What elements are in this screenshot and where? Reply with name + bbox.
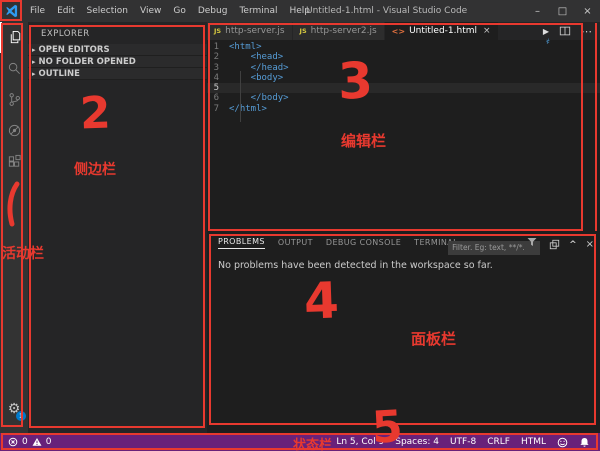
chevron-right-icon: ▸ bbox=[32, 70, 36, 78]
filter-funnel-icon bbox=[527, 237, 537, 247]
tab-label: http-server.js bbox=[225, 26, 284, 36]
feedback-smiley-icon[interactable] bbox=[557, 437, 568, 448]
code-line-current: 5 bbox=[207, 83, 600, 93]
vscode-logo-icon bbox=[0, 0, 24, 22]
panel-tab-problems[interactable]: PROBLEMS bbox=[218, 234, 265, 249]
warning-icon bbox=[32, 437, 42, 447]
menu-edit[interactable]: Edit bbox=[51, 0, 80, 22]
sidebar-title: EXPLORER bbox=[28, 22, 207, 39]
code-editor[interactable]: 1<html> 2 <head> 3 </head> 4 <body> 5 6 … bbox=[207, 40, 600, 114]
section-label: NO FOLDER OPENED bbox=[39, 57, 136, 67]
activity-debug-button[interactable] bbox=[0, 115, 28, 146]
js-file-icon: JS bbox=[214, 27, 221, 35]
open-in-editor-icon[interactable] bbox=[549, 239, 560, 250]
section-label: OPEN EDITORS bbox=[39, 45, 110, 55]
panel-actions: ^ × bbox=[448, 235, 594, 255]
section-no-folder-opened[interactable]: ▸ NO FOLDER OPENED bbox=[28, 56, 207, 68]
debug-icon bbox=[7, 123, 22, 138]
section-outline[interactable]: ▸ OUTLINE bbox=[28, 68, 207, 80]
chevron-right-icon: ▸ bbox=[32, 46, 36, 54]
errors-warnings-status[interactable]: 0 0 bbox=[0, 437, 51, 447]
indentation-status[interactable]: Spaces: 4 bbox=[395, 437, 439, 447]
activity-explorer-button[interactable] bbox=[0, 22, 28, 53]
notifications-bell-icon[interactable] bbox=[579, 437, 590, 448]
close-panel-icon[interactable]: × bbox=[586, 239, 594, 250]
window-controls: – □ × bbox=[525, 0, 600, 22]
panel-tab-bar: PROBLEMS OUTPUT DEBUG CONSOLE TERMINAL ^ bbox=[207, 232, 600, 251]
title-bar: File Edit Selection View Go Debug Termin… bbox=[0, 0, 600, 22]
files-icon bbox=[8, 30, 23, 45]
menu-view[interactable]: View bbox=[134, 0, 167, 22]
editor-group: JS http-server.js JS http-server2.js <> … bbox=[207, 22, 600, 232]
bottom-panel: PROBLEMS OUTPUT DEBUG CONSOLE TERMINAL ^ bbox=[207, 232, 600, 433]
menu-selection[interactable]: Selection bbox=[81, 0, 134, 22]
activity-search-button[interactable] bbox=[0, 53, 28, 84]
status-bar: 0 0 Ln 5, Col 9 Spaces: 4 UTF-8 CRLF HTM… bbox=[0, 433, 600, 451]
menu-file[interactable]: File bbox=[24, 0, 51, 22]
html-file-icon: <> bbox=[392, 27, 405, 36]
menu-bar: File Edit Selection View Go Debug Termin… bbox=[24, 0, 316, 22]
section-open-editors[interactable]: ▸ OPEN EDITORS bbox=[28, 44, 207, 56]
language-mode-status[interactable]: HTML bbox=[521, 437, 546, 447]
code-line: 7</html> bbox=[207, 104, 600, 114]
error-icon bbox=[8, 437, 18, 447]
maximize-panel-icon[interactable]: ^ bbox=[569, 240, 577, 250]
window-title: Untitled-1.html - Visual Studio Code bbox=[306, 0, 467, 22]
search-icon bbox=[7, 61, 22, 76]
warning-count: 0 bbox=[46, 437, 52, 447]
minimap: ҂ bbox=[546, 38, 550, 47]
menu-debug[interactable]: Debug bbox=[192, 0, 234, 22]
eol-status[interactable]: CRLF bbox=[487, 437, 510, 447]
menu-go[interactable]: Go bbox=[167, 0, 191, 22]
cursor-position-status[interactable]: Ln 5, Col 9 bbox=[336, 437, 384, 447]
run-icon[interactable]: ▶ bbox=[543, 27, 549, 36]
menu-terminal[interactable]: Terminal bbox=[233, 0, 283, 22]
tab-label: Untitled-1.html bbox=[409, 26, 477, 36]
activity-extensions-button[interactable] bbox=[0, 146, 28, 177]
section-label: OUTLINE bbox=[39, 69, 80, 79]
chevron-right-icon: ▸ bbox=[32, 58, 36, 66]
tab-http-server-js[interactable]: JS http-server.js bbox=[207, 22, 293, 40]
maximize-button[interactable]: □ bbox=[550, 0, 575, 22]
activity-bar: ⚙ 1 bbox=[0, 22, 28, 433]
tab-untitled-1-html[interactable]: <> Untitled-1.html × bbox=[385, 22, 499, 40]
encoding-status[interactable]: UTF-8 bbox=[450, 437, 476, 447]
code-line: 6 </body> bbox=[207, 93, 600, 103]
editor-actions: ▶ ⋯ bbox=[543, 22, 600, 40]
tab-close-icon[interactable]: × bbox=[483, 26, 491, 36]
panel-tab-debug-console[interactable]: DEBUG CONSOLE bbox=[326, 235, 401, 249]
js-file-icon: JS bbox=[300, 27, 307, 35]
activity-source-control-button[interactable] bbox=[0, 84, 28, 115]
error-count: 0 bbox=[22, 437, 28, 447]
split-editor-icon[interactable] bbox=[559, 25, 571, 37]
code-line: 1<html> bbox=[207, 42, 600, 52]
close-button[interactable]: × bbox=[575, 0, 600, 22]
sidebar-explorer: EXPLORER ▸ OPEN EDITORS ▸ NO FOLDER OPEN… bbox=[28, 22, 207, 433]
extensions-icon bbox=[7, 154, 22, 169]
code-line: 2 <head> bbox=[207, 52, 600, 62]
code-line: 4 <body> bbox=[207, 73, 600, 83]
manage-badge: 1 bbox=[16, 411, 26, 421]
indent-guide bbox=[240, 71, 241, 122]
tab-http-server2-js[interactable]: JS http-server2.js bbox=[293, 22, 385, 40]
editor-tab-bar: JS http-server.js JS http-server2.js <> … bbox=[207, 22, 600, 40]
git-branch-icon bbox=[7, 92, 22, 107]
code-line: 3 </head> bbox=[207, 63, 600, 73]
minimize-button[interactable]: – bbox=[525, 0, 550, 22]
panel-tab-output[interactable]: OUTPUT bbox=[278, 235, 313, 249]
more-actions-icon[interactable]: ⋯ bbox=[581, 25, 592, 38]
tab-label: http-server2.js bbox=[311, 26, 377, 36]
